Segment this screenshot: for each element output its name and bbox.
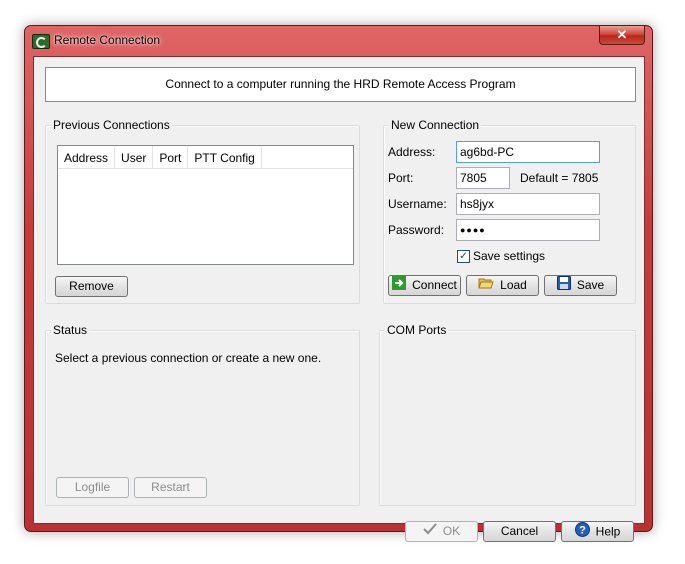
status-title: Status — [51, 323, 90, 337]
save-button[interactable]: Save — [544, 275, 617, 296]
window-title: Remote Connection — [54, 33, 161, 47]
remove-button[interactable]: Remove — [55, 276, 128, 297]
status-message: Select a previous connection or create a… — [55, 351, 322, 365]
arrow-right-icon — [392, 276, 407, 296]
save-settings-checkbox[interactable]: ✓ — [457, 250, 470, 263]
new-connection-title: New Connection — [389, 118, 482, 132]
remote-connection-window: Remote Connection ✕ Connect to a compute… — [24, 25, 653, 542]
address-input[interactable]: ag6bd-PC — [456, 141, 600, 163]
load-label: Load — [500, 278, 527, 293]
previous-connections-group: Previous Connections Address User Port P… — [45, 118, 360, 304]
banner: Connect to a computer running the HRD Re… — [45, 67, 636, 102]
username-input[interactable]: hs8jyx — [456, 193, 600, 215]
column-ptt-config[interactable]: PTT Config — [188, 146, 262, 168]
password-label: Password: — [388, 223, 445, 237]
port-input[interactable]: 7805 — [456, 167, 510, 189]
list-header: Address User Port PTT Config — [58, 146, 353, 169]
status-group: Status Select a previous connection or c… — [45, 323, 360, 506]
column-user[interactable]: User — [115, 146, 154, 168]
new-connection-group: New Connection Address: ag6bd-PC Port: 7… — [383, 118, 636, 304]
help-label: Help — [595, 524, 621, 539]
restart-button[interactable]: Restart — [134, 477, 207, 498]
username-label: Username: — [388, 197, 447, 211]
logfile-button[interactable]: Logfile — [56, 477, 129, 498]
question-icon: ? — [574, 522, 590, 543]
cancel-button[interactable]: Cancel — [483, 521, 556, 542]
ok-label: OK — [442, 524, 461, 538]
connect-label: Connect — [412, 278, 457, 293]
floppy-disk-icon — [556, 276, 571, 296]
save-label: Save — [576, 278, 605, 293]
folder-open-icon — [478, 276, 494, 296]
previous-connections-list[interactable]: Address User Port PTT Config — [57, 145, 354, 265]
com-ports-title: COM Ports — [385, 323, 449, 337]
title-bar[interactable]: Remote Connection ✕ — [25, 26, 652, 54]
connect-button[interactable]: Connect — [388, 275, 461, 296]
hrd-logo-icon — [32, 34, 50, 49]
help-button[interactable]: ? Help — [561, 521, 634, 542]
checkmark-icon — [423, 522, 437, 541]
password-input[interactable]: ●●●● — [456, 219, 600, 241]
address-label: Address: — [388, 145, 436, 159]
ok-button[interactable]: OK — [405, 521, 478, 542]
port-label: Port: — [388, 171, 414, 185]
load-button[interactable]: Load — [466, 275, 539, 296]
column-port[interactable]: Port — [153, 146, 189, 168]
save-settings-label[interactable]: Save settings — [473, 249, 545, 263]
close-button[interactable]: ✕ — [599, 26, 645, 45]
com-ports-group: COM Ports — [379, 323, 636, 506]
svg-text:?: ? — [579, 525, 586, 537]
previous-connections-title: Previous Connections — [51, 118, 172, 132]
column-address[interactable]: Address — [58, 146, 116, 168]
dialog-body: Connect to a computer running the HRD Re… — [33, 56, 645, 542]
port-default-text: Default = 7805 — [520, 171, 599, 185]
